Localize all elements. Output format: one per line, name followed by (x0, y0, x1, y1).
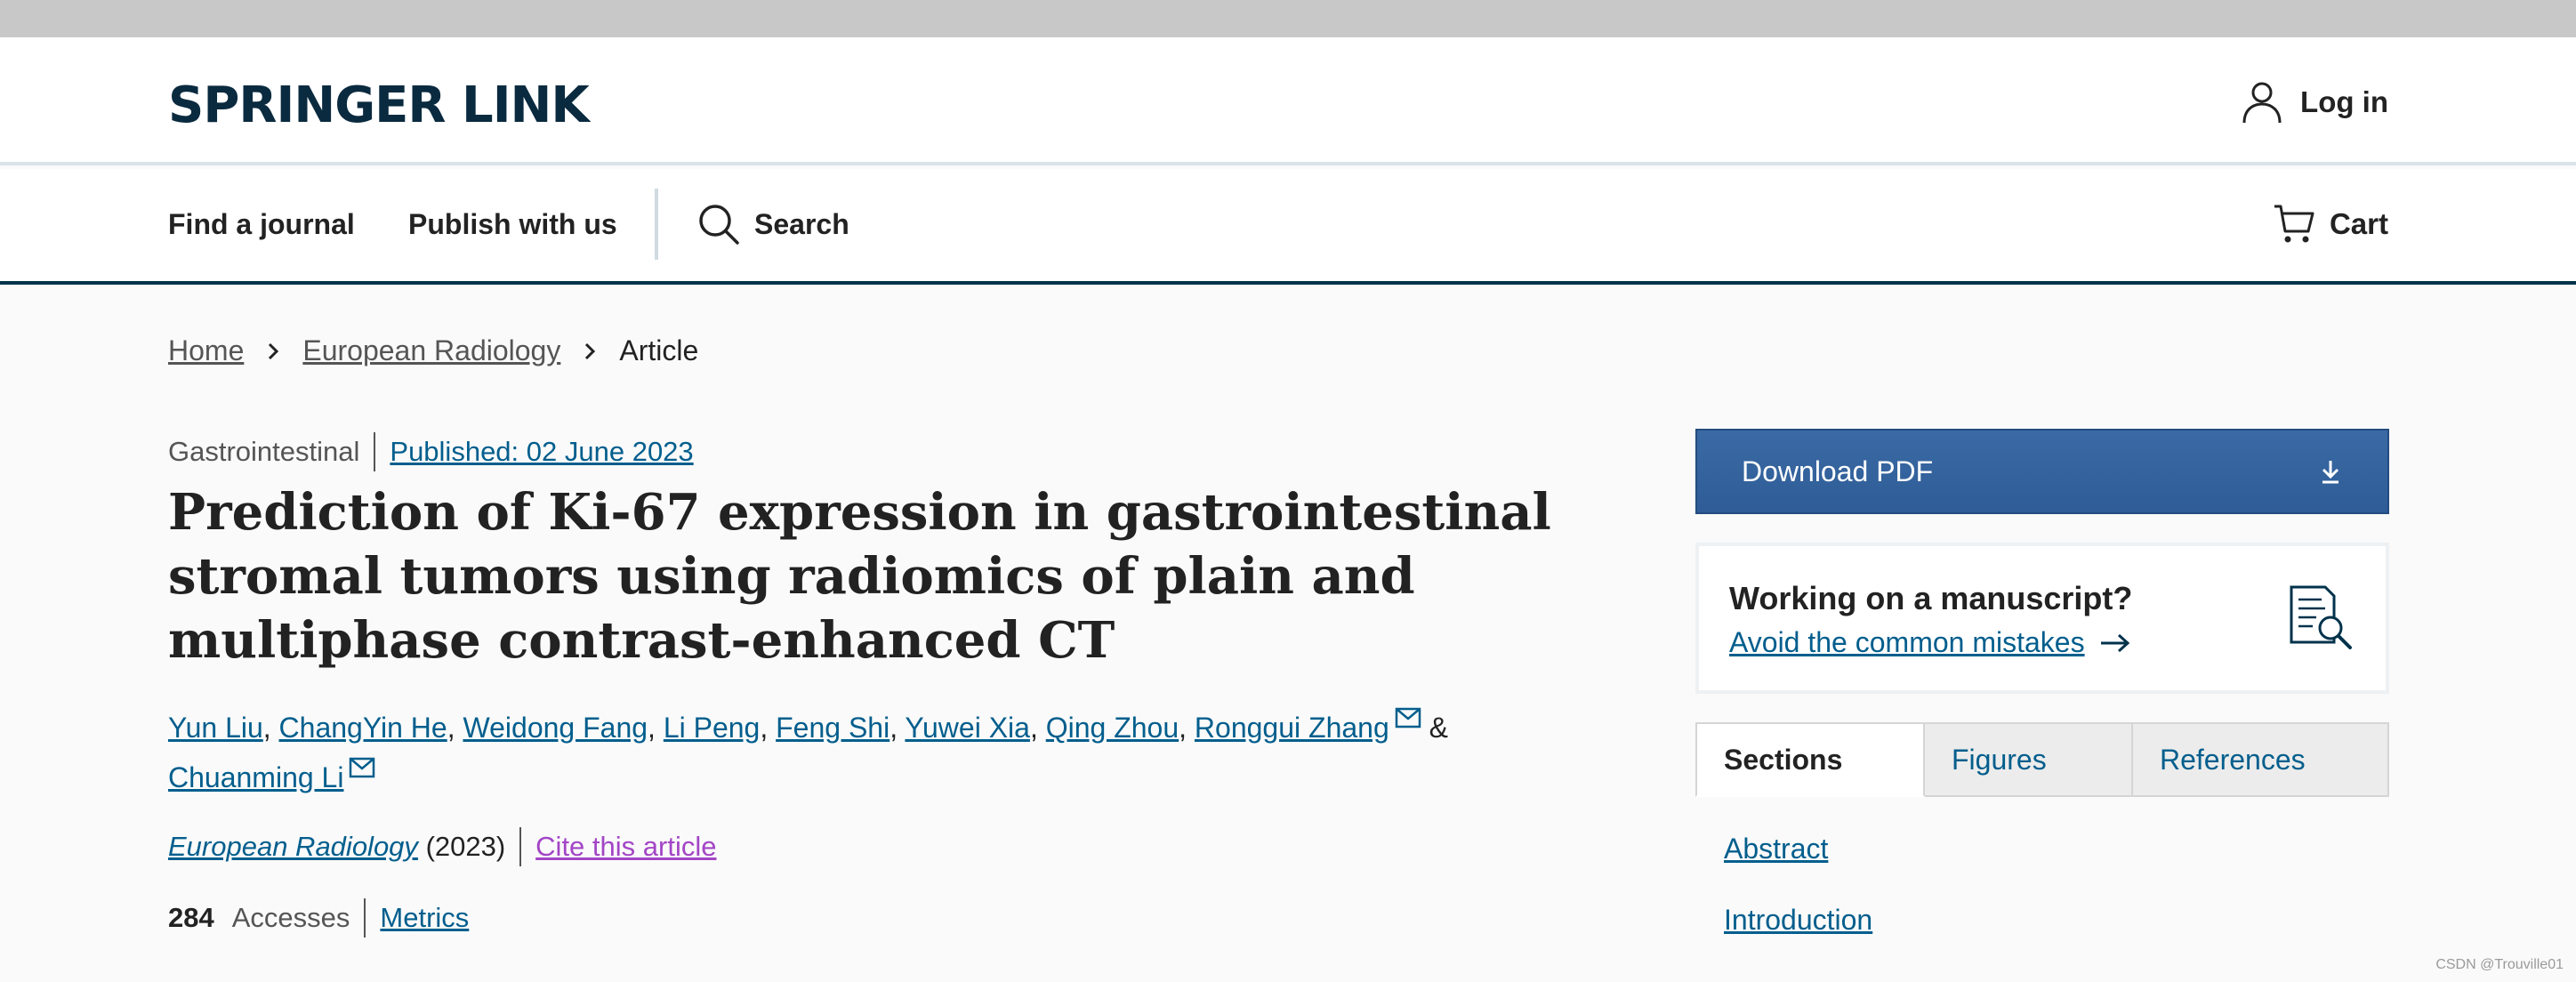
published-date-link[interactable]: Published: 02 June 2023 (390, 436, 693, 468)
author-separator: , (1029, 712, 1046, 744)
cart-icon (2274, 205, 2314, 243)
section-link-abstract[interactable]: Abstract (1724, 833, 1828, 865)
user-icon (2242, 82, 2282, 124)
breadcrumb-journal[interactable]: European Radiology (302, 334, 560, 367)
tab-figures[interactable]: Figures (1925, 722, 2133, 797)
download-pdf-button[interactable]: Download PDF (1695, 429, 2389, 514)
nav-divider (655, 189, 658, 260)
find-journal-link[interactable]: Find a journal (168, 208, 355, 241)
author-link[interactable]: Feng Shi (776, 712, 890, 744)
email-icon[interactable] (1395, 707, 1421, 728)
author-separator: , (262, 712, 279, 744)
author-separator: , (447, 712, 463, 744)
author-list: Yun Liu, ChangYin He, Weidong Fang, Li P… (168, 703, 1502, 802)
search-button[interactable]: Search (697, 203, 849, 246)
sidebar-tabs: Sections Figures References (1695, 722, 2389, 797)
arrow-right-icon (2100, 633, 2129, 652)
author-ampersand: & (1429, 712, 1448, 744)
author-separator: , (890, 712, 906, 744)
chevron-right-icon (269, 342, 279, 359)
author-link[interactable]: Yuwei Xia (905, 712, 1030, 744)
publish-with-us-link[interactable]: Publish with us (408, 208, 617, 241)
cite-article-link[interactable]: Cite this article (535, 831, 716, 863)
article-meta: Gastrointestinal Published: 02 June 2023 (168, 432, 694, 471)
author-link[interactable]: Weidong Fang (463, 712, 648, 744)
breadcrumb: Home European Radiology Article (168, 334, 698, 367)
download-icon (2322, 461, 2339, 484)
breadcrumb-home[interactable]: Home (168, 334, 244, 367)
article-metrics: 284 Accesses Metrics (168, 898, 469, 938)
author-link[interactable]: Ronggui Zhang (1195, 712, 1389, 744)
document-search-icon (2290, 585, 2352, 649)
author-link[interactable]: Yun Liu (168, 712, 263, 744)
author-link[interactable]: ChangYin He (279, 712, 447, 744)
journal-link[interactable]: European Radiology (168, 831, 418, 863)
browser-chrome-strip (0, 0, 2576, 37)
author-separator: , (1179, 712, 1195, 744)
author-link[interactable]: Li Peng (664, 712, 761, 744)
author-separator: , (648, 712, 664, 744)
avoid-mistakes-label: Avoid the common mistakes (1729, 626, 2085, 658)
tab-sections[interactable]: Sections (1695, 722, 1925, 797)
tab-references[interactable]: References (2133, 722, 2389, 797)
main-nav: Find a journal Publish with us Search Ca… (0, 169, 2576, 285)
meta-divider (374, 432, 376, 471)
article-category: Gastrointestinal (168, 436, 360, 467)
search-label: Search (754, 207, 849, 240)
watermark: CSDN @Trouville01 (2435, 957, 2564, 972)
cart-button[interactable]: Cart (2273, 203, 2388, 246)
download-pdf-label: Download PDF (1742, 455, 1934, 487)
accesses-label: Accesses (231, 902, 350, 933)
publication-year: (2023) (425, 831, 506, 862)
login-label: Log in (2300, 85, 2388, 118)
login-button[interactable]: Log in (2242, 80, 2388, 125)
masthead: SPRINGER LINK Log in (0, 37, 2576, 165)
author-link[interactable]: Qing Zhou (1046, 712, 1179, 744)
manuscript-heading: Working on a manuscript? (1729, 580, 2133, 616)
journal-info: European Radiology (2023) Cite this arti… (168, 827, 716, 866)
accesses-count: 284 (168, 902, 214, 933)
section-link-introduction[interactable]: Introduction (1724, 904, 1872, 937)
chevron-right-icon (585, 342, 596, 359)
author-link[interactable]: Chuanming Li (168, 761, 343, 793)
manuscript-promo: Working on a manuscript? Avoid the commo… (1695, 543, 2389, 694)
springer-link-logo[interactable]: SPRINGER LINK (168, 76, 590, 134)
metrics-divider (364, 898, 366, 938)
email-icon[interactable] (349, 757, 375, 778)
author-separator: , (760, 712, 777, 744)
metrics-link[interactable]: Metrics (380, 902, 469, 934)
avoid-mistakes-link[interactable]: Avoid the common mistakes (1729, 626, 2131, 659)
breadcrumb-current: Article (619, 334, 699, 366)
journal-divider (519, 827, 522, 866)
cart-label: Cart (2329, 207, 2388, 240)
search-icon (699, 205, 739, 245)
article-title: Prediction of Ki-67 expression in gastro… (168, 483, 1551, 670)
